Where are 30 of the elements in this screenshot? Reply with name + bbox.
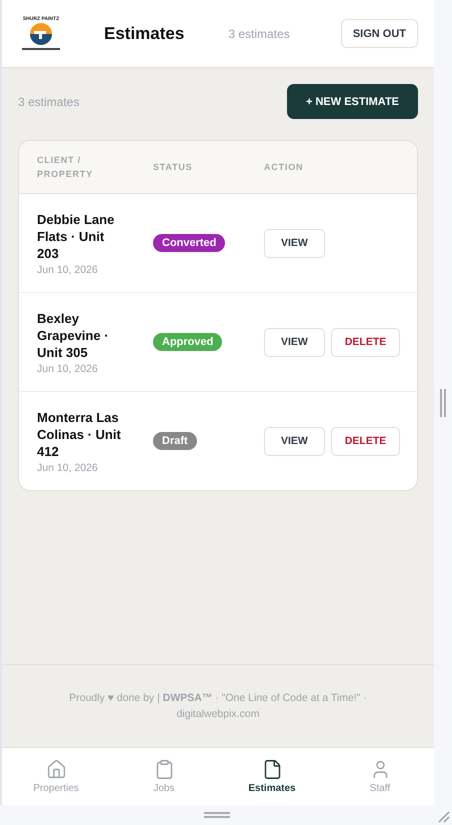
view-button[interactable]: VIEW <box>264 328 325 356</box>
client-name: Debbie Lane Flats · Unit 203 <box>37 210 116 262</box>
delete-button[interactable]: DELETE <box>330 426 400 456</box>
status-badge: Approved <box>153 333 222 351</box>
new-estimate-button[interactable]: + NEW ESTIMATE <box>287 84 418 119</box>
estimate-count: 3 estimates <box>18 94 80 108</box>
column-header: ACTION <box>264 161 304 174</box>
logo-icon <box>28 22 54 46</box>
status-badge: Draft <box>153 432 197 450</box>
house-icon <box>46 759 66 780</box>
estimate-date: Jun 10, 2026 <box>37 362 99 374</box>
client-name: Bexley Grapevine · Unit 305 <box>37 310 110 360</box>
delete-button[interactable]: DELETE <box>330 328 400 356</box>
sign-out-button[interactable]: SIGN OUT <box>340 19 418 48</box>
status-badge: Converted <box>153 234 226 252</box>
logo-stripe-icon <box>22 48 60 50</box>
page-title: Estimates <box>104 24 184 44</box>
estimate-date: Jun 10, 2026 <box>37 462 99 474</box>
estimate-count: 3 estimates <box>228 26 290 40</box>
resize-handle-icon[interactable] <box>204 812 230 818</box>
column-header: CLIENT / PROPERTY <box>37 154 94 181</box>
estimate-date: Jun 10, 2026 <box>37 264 99 276</box>
view-button[interactable]: VIEW <box>264 426 325 456</box>
footer-credit: Proudly ♥ done by | DWPSA™ · "One Line of Code at a Time!" · digitalwebpix.com <box>68 691 368 722</box>
nav-tab[interactable]: Estimates <box>218 748 326 805</box>
column-header: STATUS <box>153 161 194 174</box>
resize-handle-icon[interactable] <box>440 388 446 416</box>
corner-resize-icon[interactable] <box>438 811 450 823</box>
client-name: Monterra Las Colinas · Unit 412 <box>37 408 122 460</box>
view-button[interactable]: VIEW <box>264 228 325 258</box>
